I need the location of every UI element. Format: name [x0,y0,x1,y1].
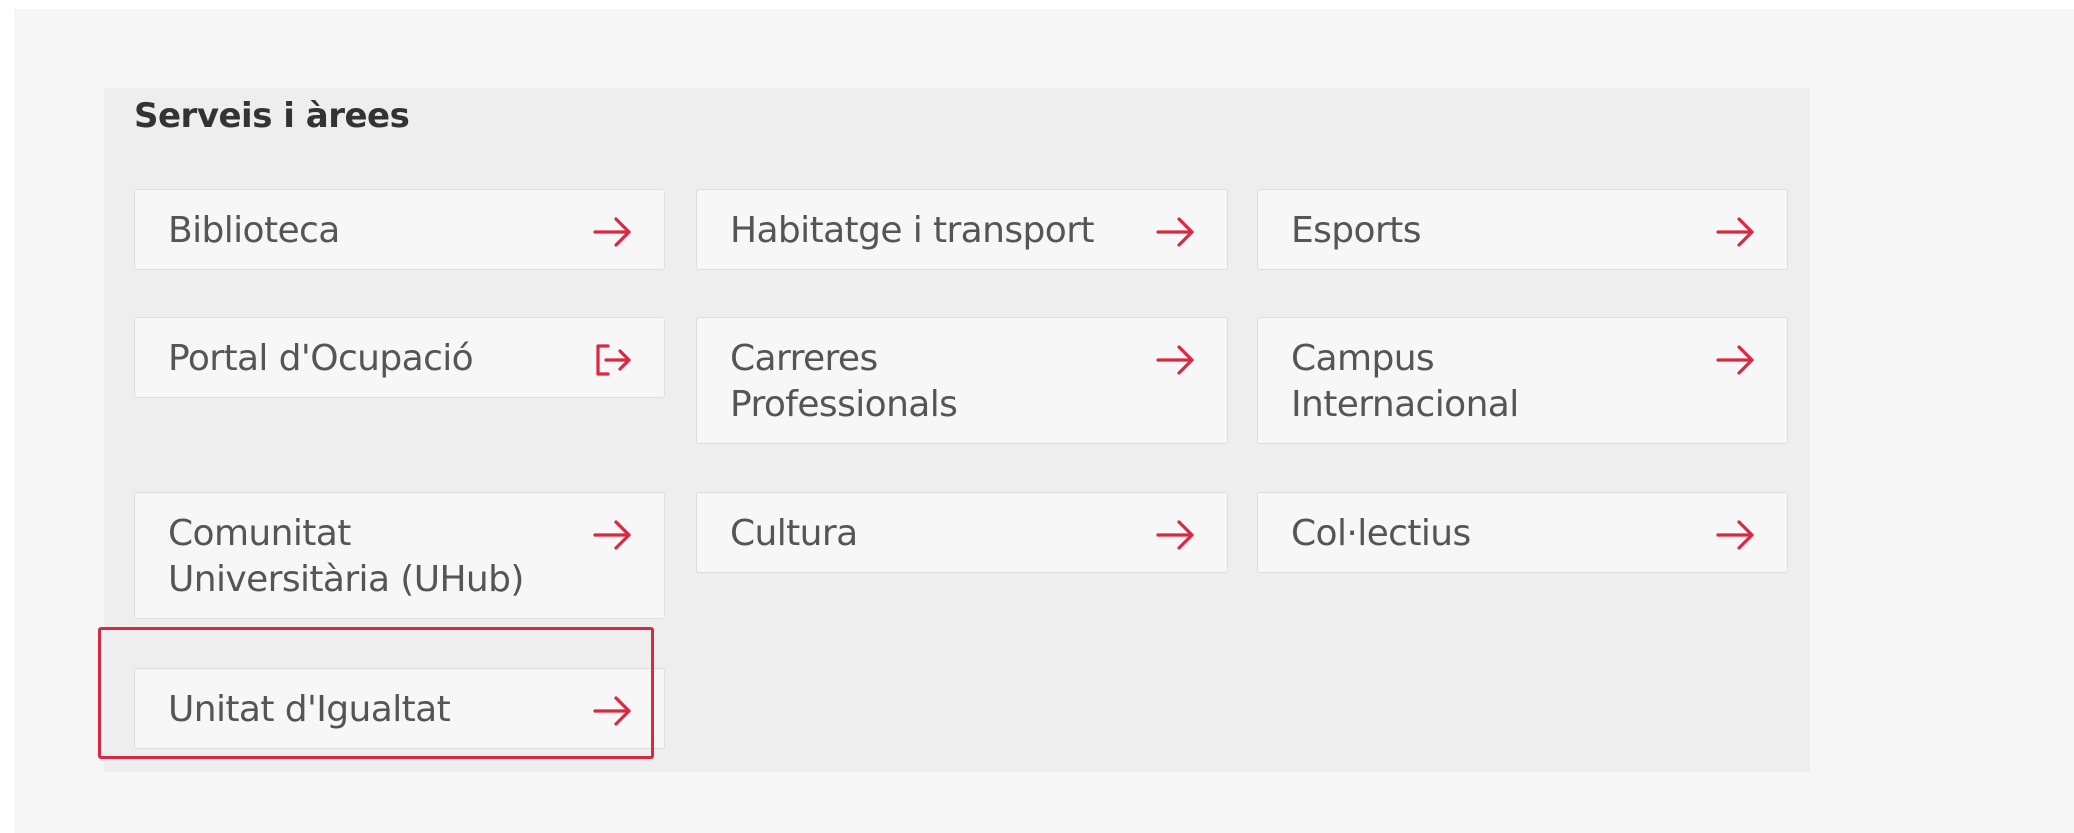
card-collectius[interactable]: Col·lectius [1257,492,1788,573]
card-label: Carreres Professionals [730,338,958,425]
card-esports[interactable]: Esports [1257,189,1788,270]
card-unitat-igualtat[interactable]: Unitat d'Igualtat [134,668,665,749]
external-link-icon [592,343,634,377]
arrow-right-icon [592,694,634,728]
card-label: Comunitat Universitària (UHub) [168,513,524,600]
card-habitatge-transport[interactable]: Habitatge i transport [696,189,1228,270]
card-label: Habitatge i transport [730,210,1095,251]
arrow-right-icon [1155,343,1197,377]
card-portal-ocupacio[interactable]: Portal d'Ocupació [134,317,665,398]
card-label: Esports [1291,210,1421,251]
arrow-right-icon [1155,215,1197,249]
card-cultura[interactable]: Cultura [696,492,1228,573]
card-biblioteca[interactable]: Biblioteca [134,189,665,270]
arrow-right-icon [1715,343,1757,377]
services-panel: Serveis i àrees Biblioteca Habitatge i t… [104,88,1810,772]
arrow-right-icon [1715,518,1757,552]
card-comunitat-universitaria[interactable]: Comunitat Universitària (UHub) [134,492,665,619]
card-label: Col·lectius [1291,513,1471,554]
card-label: Cultura [730,513,858,554]
arrow-right-icon [1155,518,1197,552]
page-background: Serveis i àrees Biblioteca Habitatge i t… [14,9,2074,833]
card-campus-internacional[interactable]: Campus Internacional [1257,317,1788,444]
card-label: Biblioteca [168,210,340,251]
section-title: Serveis i àrees [134,96,410,136]
arrow-right-icon [1715,215,1757,249]
card-label: Unitat d'Igualtat [168,689,451,730]
card-carreres-professionals[interactable]: Carreres Professionals [696,317,1228,444]
card-label: Portal d'Ocupació [168,338,474,379]
arrow-right-icon [592,518,634,552]
card-label: Campus Internacional [1291,338,1519,425]
arrow-right-icon [592,215,634,249]
